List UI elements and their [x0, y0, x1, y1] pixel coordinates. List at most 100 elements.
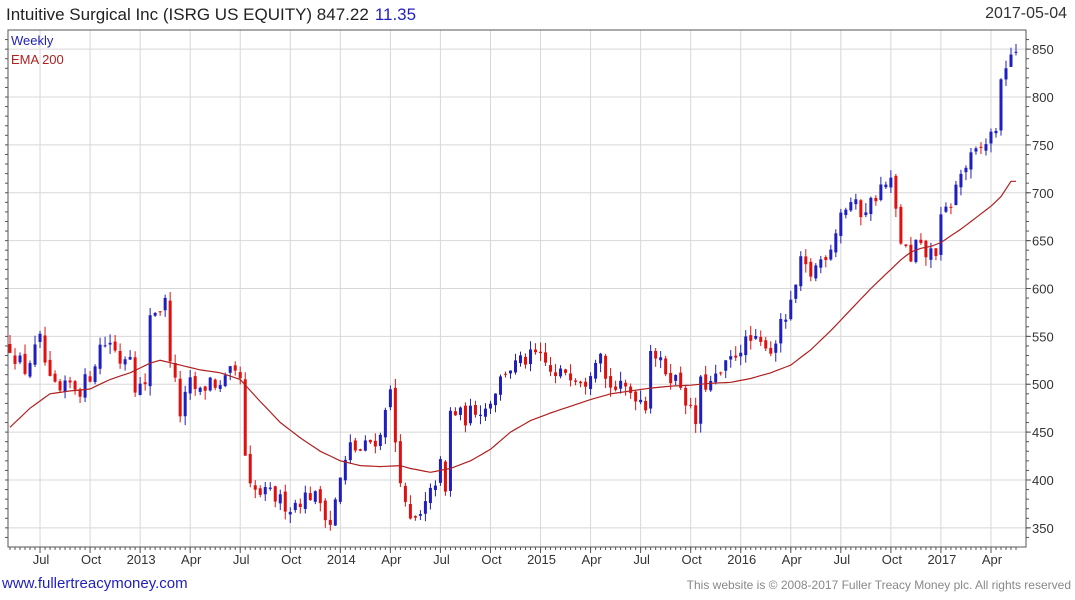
- candle-down: [53, 373, 57, 382]
- candle-up: [18, 355, 22, 363]
- candle-up: [724, 360, 728, 371]
- candle-up: [844, 209, 848, 216]
- candle-down: [453, 411, 457, 416]
- candle-up: [388, 389, 392, 408]
- candle-down: [353, 440, 357, 451]
- y-tick-label: 700: [1032, 186, 1054, 201]
- x-tick-label: 2015: [527, 552, 556, 567]
- candle-up: [148, 315, 152, 387]
- candle-down: [644, 400, 648, 411]
- website-link[interactable]: www.fullertreacymoney.com: [2, 575, 188, 592]
- x-tick-label: 2017: [927, 552, 956, 567]
- candle-up: [418, 514, 422, 516]
- candle-up: [228, 366, 232, 373]
- candle-up: [784, 319, 788, 322]
- candle-up: [989, 131, 993, 144]
- candle-up: [38, 333, 42, 342]
- legend-weekly: Weekly: [11, 33, 54, 48]
- candle-up: [794, 284, 798, 299]
- x-tick-label: Apr: [581, 552, 602, 567]
- candle-down: [203, 386, 207, 391]
- candle-up: [433, 485, 437, 490]
- candle-down: [524, 356, 528, 365]
- candle-up: [974, 148, 978, 152]
- candle-up: [208, 377, 212, 391]
- candle-down: [178, 378, 182, 417]
- candle-down: [373, 440, 377, 447]
- candle-up: [63, 380, 67, 392]
- candle-up: [153, 312, 157, 316]
- candle-down: [308, 493, 312, 501]
- candle-down: [233, 365, 237, 371]
- candle-up: [378, 434, 382, 446]
- candle-down: [554, 372, 558, 377]
- candle-down: [574, 380, 578, 382]
- candle-down: [564, 369, 568, 373]
- candle-down: [258, 488, 262, 495]
- candles: [8, 44, 1018, 531]
- candle-down: [173, 362, 177, 378]
- candle-up: [789, 299, 793, 320]
- candle-up: [508, 370, 512, 374]
- candle-down: [719, 372, 723, 374]
- legend-ema-200: EMA 200: [11, 52, 64, 67]
- candle-up: [103, 345, 107, 347]
- candle-up: [313, 491, 317, 502]
- x-tick-label: 2014: [327, 552, 356, 567]
- candle-up: [959, 173, 963, 188]
- candle-down: [614, 386, 618, 390]
- candle-up: [1004, 68, 1008, 80]
- candle-down: [358, 449, 362, 451]
- candle-up: [954, 184, 958, 206]
- candle-up: [869, 197, 873, 215]
- candle-down: [443, 461, 447, 492]
- candle-down: [398, 441, 402, 484]
- candle-up: [488, 403, 492, 409]
- candle-down: [979, 146, 983, 148]
- candle-up: [839, 212, 843, 236]
- candle-down: [664, 358, 668, 375]
- grid-lines: [8, 30, 1026, 547]
- candle-down: [413, 516, 417, 518]
- candle-up: [428, 487, 432, 504]
- candle-down: [323, 500, 327, 521]
- candle-down: [473, 405, 477, 415]
- candle-down: [949, 206, 953, 208]
- candle-up: [218, 385, 222, 389]
- candle-up: [483, 408, 487, 417]
- candle-up: [834, 233, 838, 253]
- candle-down: [58, 381, 62, 391]
- candle-up: [303, 492, 307, 509]
- candle-down: [463, 405, 467, 426]
- candle-up: [458, 407, 462, 415]
- candle-up: [288, 511, 292, 515]
- candle-up: [744, 336, 748, 356]
- candle-up: [984, 144, 988, 151]
- candle-down: [569, 373, 573, 381]
- candle-up: [939, 214, 943, 255]
- candle-up: [754, 335, 758, 339]
- x-tick-label: Oct: [882, 552, 903, 567]
- candle-down: [143, 382, 147, 385]
- candle-down: [934, 248, 938, 256]
- candle-up: [709, 380, 713, 391]
- candle-down: [534, 349, 538, 353]
- candle-down: [859, 200, 863, 218]
- candle-up: [93, 366, 97, 383]
- candle-up: [969, 152, 973, 170]
- candle-down: [113, 341, 117, 351]
- candle-down: [804, 256, 808, 265]
- candle-up: [854, 199, 858, 205]
- candle-down: [749, 335, 753, 341]
- candle-down: [118, 350, 122, 364]
- candle-down: [48, 359, 52, 376]
- candle-up: [423, 501, 427, 514]
- candle-down: [328, 519, 332, 525]
- candle-down: [283, 491, 287, 512]
- candle-up: [498, 376, 502, 395]
- candle-up: [729, 356, 733, 360]
- candle-down: [298, 503, 302, 508]
- candle-up: [123, 359, 127, 365]
- candle-down: [73, 381, 77, 390]
- candle-up: [739, 352, 743, 357]
